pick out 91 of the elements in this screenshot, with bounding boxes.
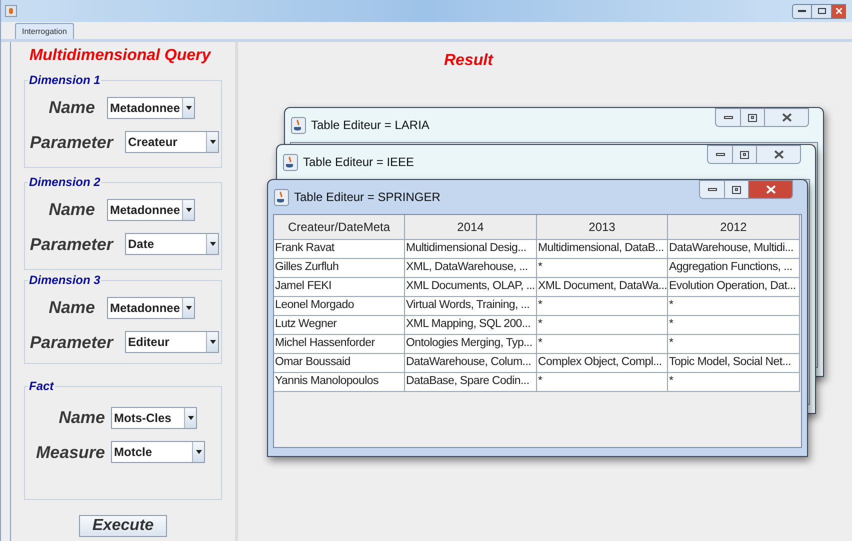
dropdown[interactable]: Createur: [125, 131, 219, 154]
group-legend: Dimension 3: [28, 273, 102, 287]
table-cell: Aggregation Functions, ...: [668, 259, 800, 278]
close-button[interactable]: [749, 180, 793, 199]
table-cell: *: [668, 335, 800, 354]
group-legend: Dimension 2: [28, 175, 102, 189]
minimize-button[interactable]: [699, 180, 725, 199]
table-cell: Multidimensional, DataB...: [537, 240, 668, 259]
table-cell: Multidimensional Desig...: [405, 240, 537, 259]
dropdown-arrow-icon: [186, 106, 192, 110]
field-label: Parameter: [28, 234, 113, 256]
table-cell: Michel Hassenforder: [274, 335, 405, 354]
table-cell: Ontologies Merging, Typ...: [405, 335, 537, 354]
close-button[interactable]: [765, 108, 809, 127]
table-cell: Evolution Operation, Dat...: [668, 278, 800, 297]
dropdown[interactable]: Date: [125, 233, 219, 256]
dropdown-arrow-icon: [210, 140, 216, 144]
table-cell: *: [537, 335, 668, 354]
dropdown[interactable]: Mots-Cles: [111, 406, 197, 429]
table-cell: Topic Model, Social Net...: [668, 354, 800, 373]
table-cell: *: [537, 316, 668, 335]
tab[interactable]: Interrogation: [15, 23, 74, 39]
panel-title: Multidimensional Query: [28, 46, 212, 66]
table-cell: *: [668, 316, 800, 335]
dropdown-arrow-icon: [186, 306, 192, 310]
table-cell: *: [537, 373, 668, 392]
maximize-button[interactable]: [741, 108, 765, 127]
dropdown-arrow-icon: [196, 450, 202, 454]
column-header[interactable]: Createur/DateMeta: [274, 215, 405, 240]
coffee-cup-icon: [283, 154, 298, 170]
table-cell: Lutz Wegner: [274, 316, 405, 335]
table-cell: XML, DataWarehouse, ...: [405, 259, 537, 278]
coffee-cup-icon: [274, 188, 289, 206]
close-button[interactable]: [832, 4, 846, 18]
window-title: Table Editeur = IEEE: [303, 154, 414, 171]
dropdown[interactable]: Metadonnee: [107, 296, 195, 319]
minimize-button[interactable]: [715, 108, 741, 127]
group-legend: Dimension 1: [28, 73, 102, 87]
dropdown[interactable]: Editeur: [125, 331, 219, 354]
table-cell: XML Mapping, SQL 200...: [405, 316, 537, 335]
table-cell: *: [537, 259, 668, 278]
close-icon: [782, 113, 792, 122]
column-header[interactable]: 2012: [668, 215, 800, 240]
coffee-cup-icon: [291, 116, 306, 134]
table-cell: *: [668, 297, 800, 316]
table-cell: Yannis Manolopoulos: [274, 373, 405, 392]
column-header[interactable]: 2013: [537, 215, 668, 240]
minimize-button[interactable]: [792, 4, 812, 18]
dropdown-arrow-icon: [210, 340, 216, 344]
close-button[interactable]: [757, 145, 801, 164]
dropdown-arrow-icon: [186, 208, 192, 212]
close-icon: [774, 150, 784, 159]
table-cell: Virtual Words, Training, ...: [405, 297, 537, 316]
field-label: Name: [48, 297, 95, 319]
table-cell: Gilles Zurfluh: [274, 259, 405, 278]
table-cell: Complex Object, Compl...: [537, 354, 668, 373]
table-cell: DataBase, Spare Codin...: [405, 373, 537, 392]
maximize-button[interactable]: [733, 145, 757, 164]
table-cell: *: [668, 373, 800, 392]
close-icon: [766, 185, 776, 194]
execute-button[interactable]: Execute: [79, 515, 167, 537]
window-title: Table Editeur = LARIA: [311, 117, 430, 134]
group-legend: Fact: [28, 379, 55, 393]
table-cell: *: [537, 297, 668, 316]
dropdown[interactable]: Metadonnee: [107, 198, 195, 221]
table-cell: XML Document, DataWa...: [537, 278, 668, 297]
maximize-button[interactable]: [812, 4, 832, 18]
dropdown-arrow-icon: [210, 242, 216, 246]
field-label: Name: [48, 199, 95, 221]
dropdown[interactable]: Motcle: [111, 441, 205, 464]
field-label: Parameter: [28, 132, 113, 154]
table-cell: Jamel FEKI: [274, 278, 405, 297]
table-cell: XML Documents, OLAP, ...: [405, 278, 537, 297]
table-cell: DataWarehouse, Colum...: [405, 354, 537, 373]
dropdown[interactable]: Metadonnee: [107, 96, 195, 119]
app-icon: [5, 5, 17, 17]
column-header[interactable]: 2014: [405, 215, 537, 240]
field-label: Measure: [35, 442, 105, 464]
field-label: Name: [58, 407, 105, 429]
panel-title: Result: [444, 51, 493, 71]
maximize-button[interactable]: [725, 180, 749, 199]
table-cell: Frank Ravat: [274, 240, 405, 259]
close-icon: [836, 8, 842, 14]
field-label: Name: [48, 97, 95, 119]
window-title: Table Editeur = SPRINGER: [294, 189, 440, 206]
minimize-button[interactable]: [707, 145, 733, 164]
table-cell: Leonel Morgado: [274, 297, 405, 316]
table-cell: Omar Boussaid: [274, 354, 405, 373]
dropdown-arrow-icon: [188, 416, 194, 420]
field-label: Parameter: [28, 332, 113, 354]
table-cell: DataWarehouse, Multidi...: [668, 240, 800, 259]
